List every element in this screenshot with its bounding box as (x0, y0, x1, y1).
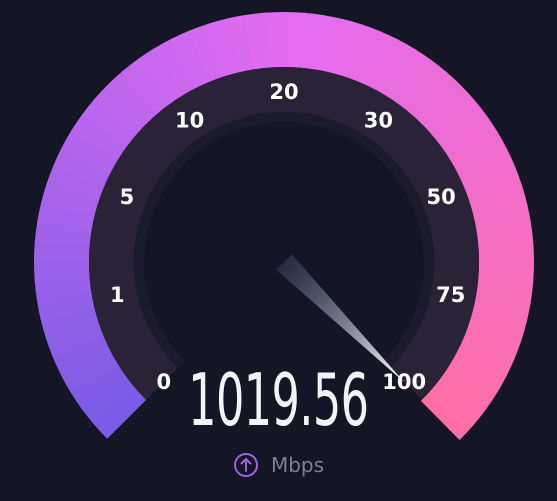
unit-label: Mbps (270, 453, 325, 477)
gauge-tick-label: 75 (436, 283, 465, 307)
unit-row: Mbps (0, 452, 557, 478)
gauge-tick-label: 20 (269, 80, 298, 104)
gauge-tick-label: 30 (364, 109, 393, 133)
upload-arrow-icon (233, 452, 259, 478)
speed-value: 1019.56 (188, 358, 369, 442)
gauge-tick-label: 50 (426, 185, 455, 209)
gauge-tick-label: 5 (120, 185, 135, 209)
gauge-tick-label: 1 (110, 283, 125, 307)
gauge-tick-label: 10 (175, 109, 204, 133)
